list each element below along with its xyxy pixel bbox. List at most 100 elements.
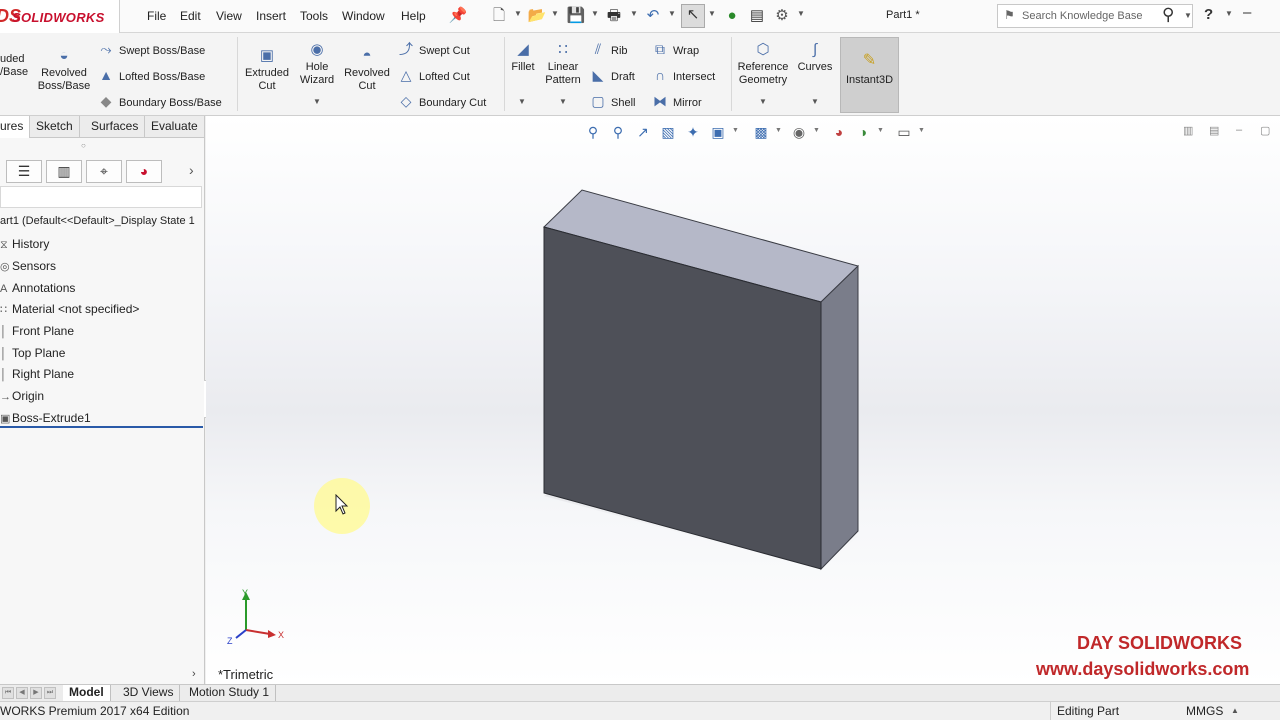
- reference-geometry-button[interactable]: ⬡ Reference Geometry: [734, 41, 792, 87]
- tree-item-top-plane[interactable]: │ Top Plane: [0, 343, 65, 363]
- draft-button[interactable]: ◣ Draft: [589, 66, 635, 84]
- box-side-face[interactable]: [820, 264, 859, 571]
- scroll-right-icon[interactable]: ›: [192, 668, 196, 680]
- configuration-manager-tab-icon[interactable]: ⌖: [86, 160, 122, 183]
- tree-item-front-plane[interactable]: │ Front Plane: [0, 321, 74, 341]
- new-dropdown-icon[interactable]: ▼: [514, 9, 522, 18]
- shell-button[interactable]: ▢ Shell: [589, 92, 635, 110]
- help-icon[interactable]: ?: [1204, 6, 1213, 23]
- previous-tab-icon[interactable]: ◀: [16, 687, 28, 699]
- select-dropdown-icon[interactable]: ▼: [708, 9, 716, 18]
- pin-icon[interactable]: 📌: [448, 6, 468, 26]
- options-dropdown-icon[interactable]: ▼: [797, 9, 805, 18]
- menu-edit[interactable]: Edit: [180, 9, 201, 23]
- tree-root-part[interactable]: art1 (Default<<Default>_Display State 1: [0, 215, 195, 227]
- panel-tabs-chevron-right-icon[interactable]: ›: [189, 162, 194, 178]
- fillet-button[interactable]: ◢ Fillet: [507, 41, 539, 74]
- hole-wizard-dropdown-icon[interactable]: ▼: [313, 97, 321, 106]
- swept-boss-button[interactable]: ⤳ Swept Boss/Base: [97, 40, 205, 58]
- boundary-cut-button[interactable]: ◇ Boundary Cut: [397, 92, 487, 110]
- tree-item-boss-extrude1[interactable]: ▣ Boss-Extrude1: [0, 408, 203, 428]
- menu-insert[interactable]: Insert: [256, 9, 286, 23]
- new-document-icon[interactable]: 🗋: [489, 6, 509, 26]
- tree-item-sensors[interactable]: ◎ Sensors: [0, 256, 56, 276]
- file-properties-icon[interactable]: ▤: [747, 6, 767, 26]
- graphics-viewport[interactable]: ⚲ ⚲ ↗ ▧ ✦ ▣ ▼ ▩ ▼ ◉ ▼ ◕ ◑ ▼ ▭ ▼ ▥ ▤ – ▢: [206, 116, 1280, 684]
- curves-button[interactable]: ∫ Curves: [796, 41, 834, 74]
- menu-help[interactable]: Help: [401, 9, 426, 23]
- tab-motion-study-1[interactable]: Motion Study 1: [183, 685, 277, 701]
- minimize-icon[interactable]: –: [1243, 4, 1251, 21]
- menu-file[interactable]: File: [147, 9, 166, 23]
- status-units[interactable]: MMGS: [1186, 704, 1223, 718]
- lofted-cut-button[interactable]: △ Lofted Cut: [397, 66, 470, 84]
- shell-icon: ▢: [591, 93, 605, 109]
- feature-manager-tab-icon[interactable]: ☰: [6, 160, 42, 183]
- tree-item-annotations[interactable]: A Annotations: [0, 278, 75, 298]
- lofted-boss-button[interactable]: ▲ Lofted Boss/Base: [97, 66, 205, 84]
- separator: [731, 37, 732, 111]
- print-dropdown-icon[interactable]: ▼: [630, 9, 638, 18]
- tree-item-label: Top Plane: [12, 346, 66, 360]
- rib-button[interactable]: ⫽ Rib: [589, 40, 628, 58]
- options-gear-icon[interactable]: ⚙: [772, 6, 792, 26]
- reference-geometry-dropdown-icon[interactable]: ▼: [759, 97, 767, 106]
- undo-dropdown-icon[interactable]: ▼: [668, 9, 676, 18]
- fillet-label: Fillet: [511, 61, 535, 73]
- tab-evaluate[interactable]: Evaluate: [145, 116, 205, 138]
- axis-z-line: [235, 629, 247, 639]
- curves-dropdown-icon[interactable]: ▼: [811, 97, 819, 106]
- extruded-boss-button[interactable]: uded /Base: [0, 53, 30, 79]
- linear-pattern-button[interactable]: ∷ Linear Pattern: [541, 41, 585, 87]
- search-dropdown-icon[interactable]: ▼: [1184, 11, 1192, 20]
- open-dropdown-icon[interactable]: ▼: [551, 9, 559, 18]
- extruded-box-model[interactable]: [206, 116, 1280, 684]
- fillet-dropdown-icon[interactable]: ▼: [518, 97, 526, 106]
- revolved-cut-label: Revolved Cut: [344, 67, 390, 92]
- intersect-button[interactable]: ∩ Intersect: [651, 66, 715, 84]
- boundary-boss-button[interactable]: ◆ Boundary Boss/Base: [97, 92, 222, 110]
- select-icon[interactable]: ↖: [681, 4, 705, 28]
- tree-item-right-plane[interactable]: │ Right Plane: [0, 364, 74, 384]
- tree-horizontal-scrollbar[interactable]: ›: [0, 668, 204, 682]
- extruded-cut-button[interactable]: ▣ Extruded Cut: [240, 47, 294, 93]
- revolved-boss-button[interactable]: ◒ Revolved Boss/Base: [36, 47, 92, 93]
- display-manager-tab-icon[interactable]: ◕: [126, 160, 162, 183]
- search-knowledge-base[interactable]: ⚑ Search Knowledge Base ⚲ ▼: [997, 4, 1193, 28]
- wrap-button[interactable]: ⧉ Wrap: [651, 40, 699, 58]
- search-icon[interactable]: ⚲: [1162, 5, 1174, 25]
- mirror-button[interactable]: ⧓ Mirror: [651, 92, 702, 110]
- first-tab-icon[interactable]: ⏮: [2, 687, 14, 699]
- help-dropdown-icon[interactable]: ▼: [1225, 9, 1233, 18]
- last-tab-icon[interactable]: ⏭: [44, 687, 56, 699]
- print-icon[interactable]: 🖶: [604, 6, 624, 26]
- rebuild-icon[interactable]: ●: [722, 6, 742, 26]
- tab-3d-views[interactable]: 3D Views: [117, 685, 181, 701]
- save-icon[interactable]: 💾: [566, 6, 586, 26]
- swept-cut-button[interactable]: ⤴ Swept Cut: [397, 40, 470, 58]
- tree-item-material[interactable]: ∷ Material <not specified>: [0, 299, 139, 319]
- app-logo[interactable]: DS SOLIDWORKS: [0, 0, 120, 33]
- undo-icon[interactable]: ↶: [643, 6, 663, 26]
- tab-sketch[interactable]: Sketch: [30, 116, 80, 138]
- units-dropdown-icon[interactable]: ▲: [1231, 706, 1239, 715]
- menu-tools[interactable]: Tools: [300, 9, 328, 23]
- tab-features[interactable]: ures: [0, 116, 31, 138]
- feature-tree-filter-input[interactable]: [0, 186, 202, 208]
- menu-window[interactable]: Window: [342, 9, 385, 23]
- panel-splitter-handle[interactable]: ○: [81, 141, 86, 150]
- next-tab-icon[interactable]: ▶: [30, 687, 42, 699]
- tab-model[interactable]: Model: [63, 685, 111, 701]
- tree-item-origin[interactable]: →Origin: [0, 386, 44, 406]
- linear-pattern-dropdown-icon[interactable]: ▼: [559, 97, 567, 106]
- hole-wizard-button[interactable]: ◉ Hole Wizard: [294, 41, 340, 87]
- tree-item-history[interactable]: ⧖ History: [0, 234, 49, 254]
- instant3d-button[interactable]: ✎ Instant3D: [840, 37, 899, 113]
- revolved-cut-button[interactable]: ◓ Revolved Cut: [340, 47, 394, 93]
- property-manager-tab-icon[interactable]: ▥: [46, 160, 82, 183]
- save-dropdown-icon[interactable]: ▼: [591, 9, 599, 18]
- lofted-cut-icon: △: [400, 67, 412, 83]
- menu-view[interactable]: View: [216, 9, 242, 23]
- open-icon[interactable]: 📂: [527, 6, 547, 26]
- tab-surfaces[interactable]: Surfaces: [85, 116, 146, 138]
